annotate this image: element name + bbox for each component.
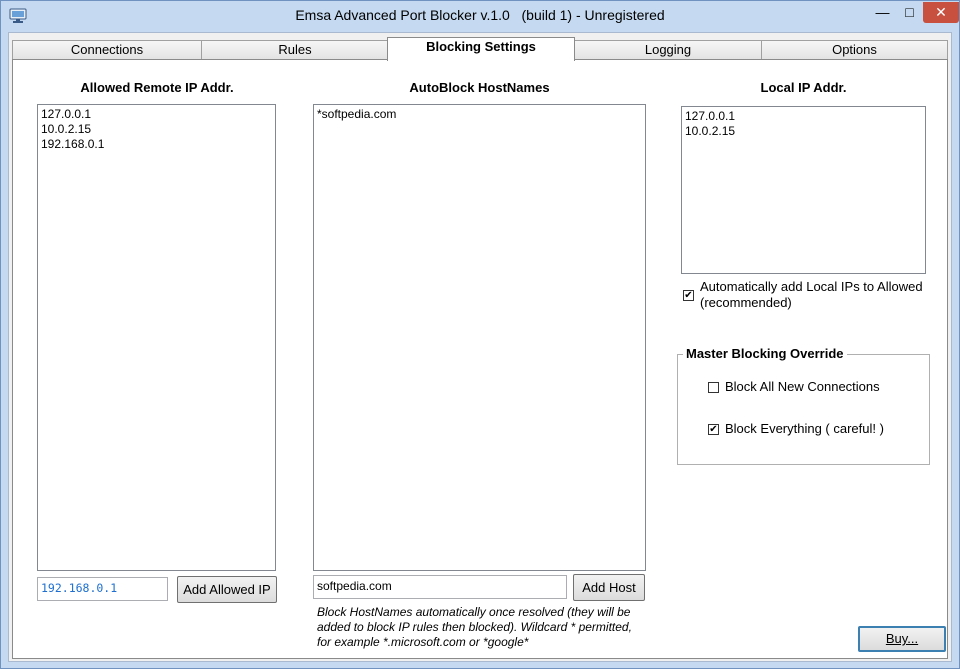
master-override-title: Master Blocking Override <box>683 346 847 361</box>
block-everything-checkbox[interactable]: ✔ <box>708 424 719 435</box>
master-override-group <box>677 354 930 465</box>
blocking-settings-panel: Allowed Remote IP Addr. 127.0.0.1 10.0.2… <box>12 59 948 659</box>
list-item[interactable]: *softpedia.com <box>317 107 642 122</box>
autoblock-hint: Block HostNames automatically once resol… <box>317 605 657 650</box>
list-item[interactable]: 127.0.0.1 <box>41 107 272 122</box>
local-ip-list[interactable]: 127.0.0.1 10.0.2.15 <box>681 106 926 274</box>
auto-add-local-checkbox[interactable]: ✔ <box>683 290 694 301</box>
block-everything-label[interactable]: Block Everything ( careful! ) <box>725 421 884 437</box>
list-item[interactable]: 10.0.2.15 <box>685 124 922 139</box>
buy-button-label: Buy... <box>885 631 919 646</box>
auto-add-line: (recommended) <box>700 295 792 310</box>
allowed-ip-input[interactable]: 192.168.0.1 <box>37 577 168 601</box>
list-item[interactable]: 192.168.0.1 <box>41 137 272 152</box>
tab-rules[interactable]: Rules <box>201 40 389 59</box>
auto-add-local-label[interactable]: Automatically add Local IPs to Allowed (… <box>700 279 945 311</box>
client-area: Connections Rules Blocking Settings Logg… <box>8 32 952 662</box>
block-new-label[interactable]: Block All New Connections <box>725 379 880 395</box>
close-button[interactable]: ✕ <box>923 2 959 23</box>
hostname-input[interactable]: softpedia.com <box>313 575 567 599</box>
buy-button[interactable]: Buy... <box>858 626 946 652</box>
allowed-remote-header: Allowed Remote IP Addr. <box>80 80 234 95</box>
tab-logging[interactable]: Logging <box>574 40 762 59</box>
auto-add-line: Automatically add Local IPs to Allowed <box>700 279 923 294</box>
local-ip-header: Local IP Addr. <box>760 80 847 95</box>
app-window: Emsa Advanced Port Blocker v.1.0 (build … <box>0 0 960 669</box>
title-bar[interactable]: Emsa Advanced Port Blocker v.1.0 (build … <box>1 1 959 32</box>
maximize-button[interactable]: □ <box>896 2 923 23</box>
hint-line: for example *.microsoft.com or *google* <box>317 635 529 649</box>
add-allowed-ip-button[interactable]: Add Allowed IP <box>177 576 277 603</box>
hint-line: Block HostNames automatically once resol… <box>317 605 631 619</box>
minimize-button[interactable]: — <box>869 2 896 23</box>
tab-options[interactable]: Options <box>761 40 948 59</box>
window-title: Emsa Advanced Port Blocker v.1.0 (build … <box>295 7 665 23</box>
hint-line: added to block IP rules then blocked). W… <box>317 620 632 634</box>
block-new-checkbox[interactable] <box>708 382 719 393</box>
tab-connections[interactable]: Connections <box>12 40 202 59</box>
add-host-button[interactable]: Add Host <box>573 574 645 601</box>
autoblock-list[interactable]: *softpedia.com <box>313 104 646 571</box>
autoblock-header: AutoBlock HostNames <box>409 80 550 95</box>
list-item[interactable]: 10.0.2.15 <box>41 122 272 137</box>
allowed-remote-list[interactable]: 127.0.0.1 10.0.2.15 192.168.0.1 <box>37 104 276 571</box>
tab-blocking-settings[interactable]: Blocking Settings <box>387 37 575 61</box>
list-item[interactable]: 127.0.0.1 <box>685 109 922 124</box>
